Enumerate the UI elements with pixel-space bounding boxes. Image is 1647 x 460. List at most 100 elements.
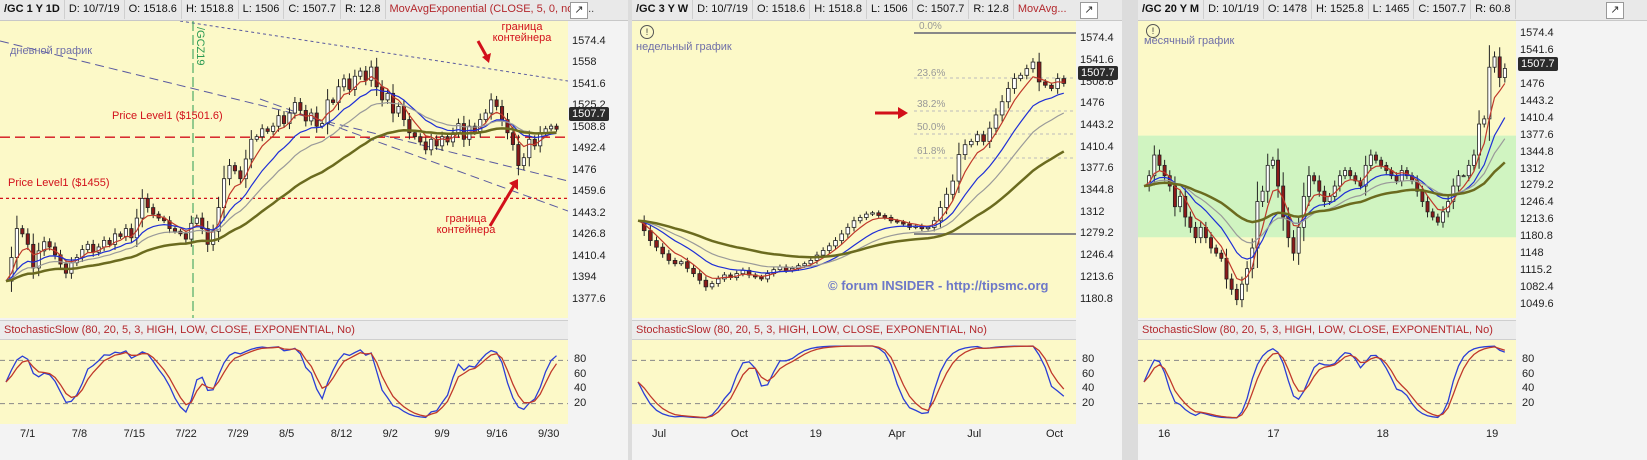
time-tick-label: 9/9 — [434, 428, 450, 440]
stochastic-header[interactable]: StochasticSlow (80, 20, 5, 3, HIGH, LOW,… — [0, 320, 568, 340]
range-readout: R: 12.8 — [341, 0, 386, 19]
candle — [827, 245, 832, 251]
stochastic-tick-label: 80 — [1082, 353, 1095, 366]
candle — [1178, 195, 1183, 208]
price-tick-label: 1410.4 — [1080, 140, 1114, 153]
candle — [876, 212, 881, 216]
stochastic-line — [5, 346, 557, 419]
weekly-price-plot[interactable]: ! недельный график © forum INSIDER - htt… — [632, 21, 1076, 318]
candle — [1209, 237, 1213, 249]
candle — [412, 132, 417, 138]
candle — [440, 136, 445, 147]
candle — [1461, 175, 1466, 178]
study-label[interactable]: MovAvgExponential (CLOSE, 5, 0, no) — [386, 0, 582, 19]
candle — [1379, 159, 1384, 166]
price-tick-label: 1410.4 — [572, 249, 606, 262]
stochastic-line — [637, 345, 1065, 419]
candle — [118, 233, 123, 237]
candle — [429, 138, 434, 151]
candle — [1502, 68, 1507, 78]
candle — [1337, 175, 1342, 187]
stochastic-line — [1143, 345, 1506, 419]
candle — [396, 106, 401, 114]
weekly-chart-panel: /GC 3 Y W D: 10/7/19 O: 1518.6 H: 1518.8 L: … — [632, 0, 1122, 460]
candle — [20, 228, 25, 235]
drawing-tool-icon[interactable]: ↗ — [1606, 2, 1624, 19]
candle — [1018, 74, 1023, 79]
candle — [31, 243, 36, 269]
candle — [211, 230, 216, 245]
candle — [1296, 226, 1301, 254]
monthly-price-plot[interactable]: ! месячный график — [1138, 21, 1516, 318]
candle — [1214, 247, 1219, 254]
time-tick-label: 9/30 — [538, 428, 560, 440]
price-tick-label: 1443.2 — [1520, 94, 1554, 107]
timeframe-label: дневной график — [10, 45, 93, 57]
info-icon[interactable]: ! — [640, 25, 654, 39]
time-tick-label: 9/16 — [486, 428, 508, 440]
time-tick-label: 7/15 — [123, 428, 146, 440]
stochastic-axis: 80 60 40 20 — [1076, 340, 1122, 424]
candle — [341, 78, 346, 88]
candle — [950, 180, 955, 195]
candle — [145, 197, 150, 208]
low-readout: L: 1506 — [867, 0, 913, 19]
candle — [102, 240, 107, 248]
candle — [418, 136, 423, 143]
stochastic-plot[interactable] — [632, 340, 1076, 424]
candle — [91, 243, 96, 253]
candle — [325, 99, 330, 124]
time-tick-label: 9/2 — [382, 428, 398, 440]
candle — [1198, 226, 1203, 239]
candle — [1482, 118, 1487, 125]
drawing-tool-icon[interactable]: ↗ — [1080, 2, 1098, 19]
candle — [331, 99, 336, 103]
price-tick-label: 1508.8 — [572, 120, 606, 133]
daily-time-axis[interactable]: 7/1 7/8 7/15 7/22 7/29 8/5 8/12 9/2 9/9 9/16 9/30 — [0, 425, 568, 445]
candle — [238, 170, 243, 180]
daily-price-axis[interactable]: 1574.4 1558 1541.6 1525.2 1508.8 1492.4 1476 14… — [568, 21, 628, 318]
container-annotation-top: граница контейнера — [492, 21, 552, 44]
stochastic-plot[interactable] — [0, 340, 568, 424]
last-price-tag: 1507.7 — [1518, 57, 1558, 71]
candle — [260, 128, 265, 138]
candle — [1157, 154, 1162, 166]
daily-price-plot[interactable]: дневной график /GCZ19 Price Level1 ($150… — [0, 21, 568, 318]
weekly-time-axis[interactable]: Jul Oct 19 Apr Jul Oct — [632, 425, 1076, 445]
symbol-label[interactable]: /GC 3 Y W — [632, 0, 694, 19]
candle — [1487, 66, 1492, 120]
stochastic-header[interactable]: StochasticSlow (80, 20, 5, 3, HIGH, LOW,… — [632, 320, 1076, 340]
candle — [993, 114, 999, 129]
candle — [1399, 170, 1404, 182]
candle — [1162, 164, 1167, 177]
symbol-label[interactable]: /GC 20 Y M — [1138, 0, 1205, 19]
time-tick-label: 8/12 — [330, 428, 353, 440]
candle — [1307, 175, 1311, 197]
candle — [380, 86, 385, 101]
candle — [494, 99, 499, 107]
candle — [276, 115, 281, 127]
candle — [227, 165, 232, 180]
moving-average-line — [5, 127, 557, 283]
study-label[interactable]: MovAvg... — [1014, 0, 1071, 19]
candle — [527, 138, 532, 159]
daily-chart-panel: /GC 1 Y 1D D: 10/7/19 O: 1518.6 H: 1518.8 L:… — [0, 0, 628, 460]
price-tick-label: 1344.8 — [1080, 184, 1114, 197]
price-tick-label: 1476 — [1520, 77, 1545, 90]
candle — [1420, 190, 1425, 202]
candle — [140, 197, 145, 219]
stochastic-header[interactable]: StochasticSlow (80, 20, 5, 3, HIGH, LOW,… — [1138, 320, 1516, 340]
stochastic-line — [637, 345, 1065, 419]
high-readout: H: 1518.8 — [810, 0, 867, 19]
price-tick-label: 1492.4 — [572, 142, 606, 155]
candle — [685, 261, 690, 269]
price-level-2-label: Price Level1 ($1455) — [8, 177, 110, 189]
last-price-tag: 1507.7 — [569, 107, 609, 121]
stochastic-plot[interactable] — [1138, 340, 1516, 424]
monthly-time-axis[interactable]: 16 17 18 19 — [1138, 425, 1516, 445]
time-tick-label: 17 — [1267, 428, 1280, 440]
symbol-label[interactable]: /GC 1 Y 1D — [0, 0, 65, 19]
candle — [1012, 78, 1017, 89]
drawing-tool-icon[interactable]: ↗ — [570, 2, 588, 19]
date-readout: D: 10/1/19 — [1204, 0, 1264, 19]
